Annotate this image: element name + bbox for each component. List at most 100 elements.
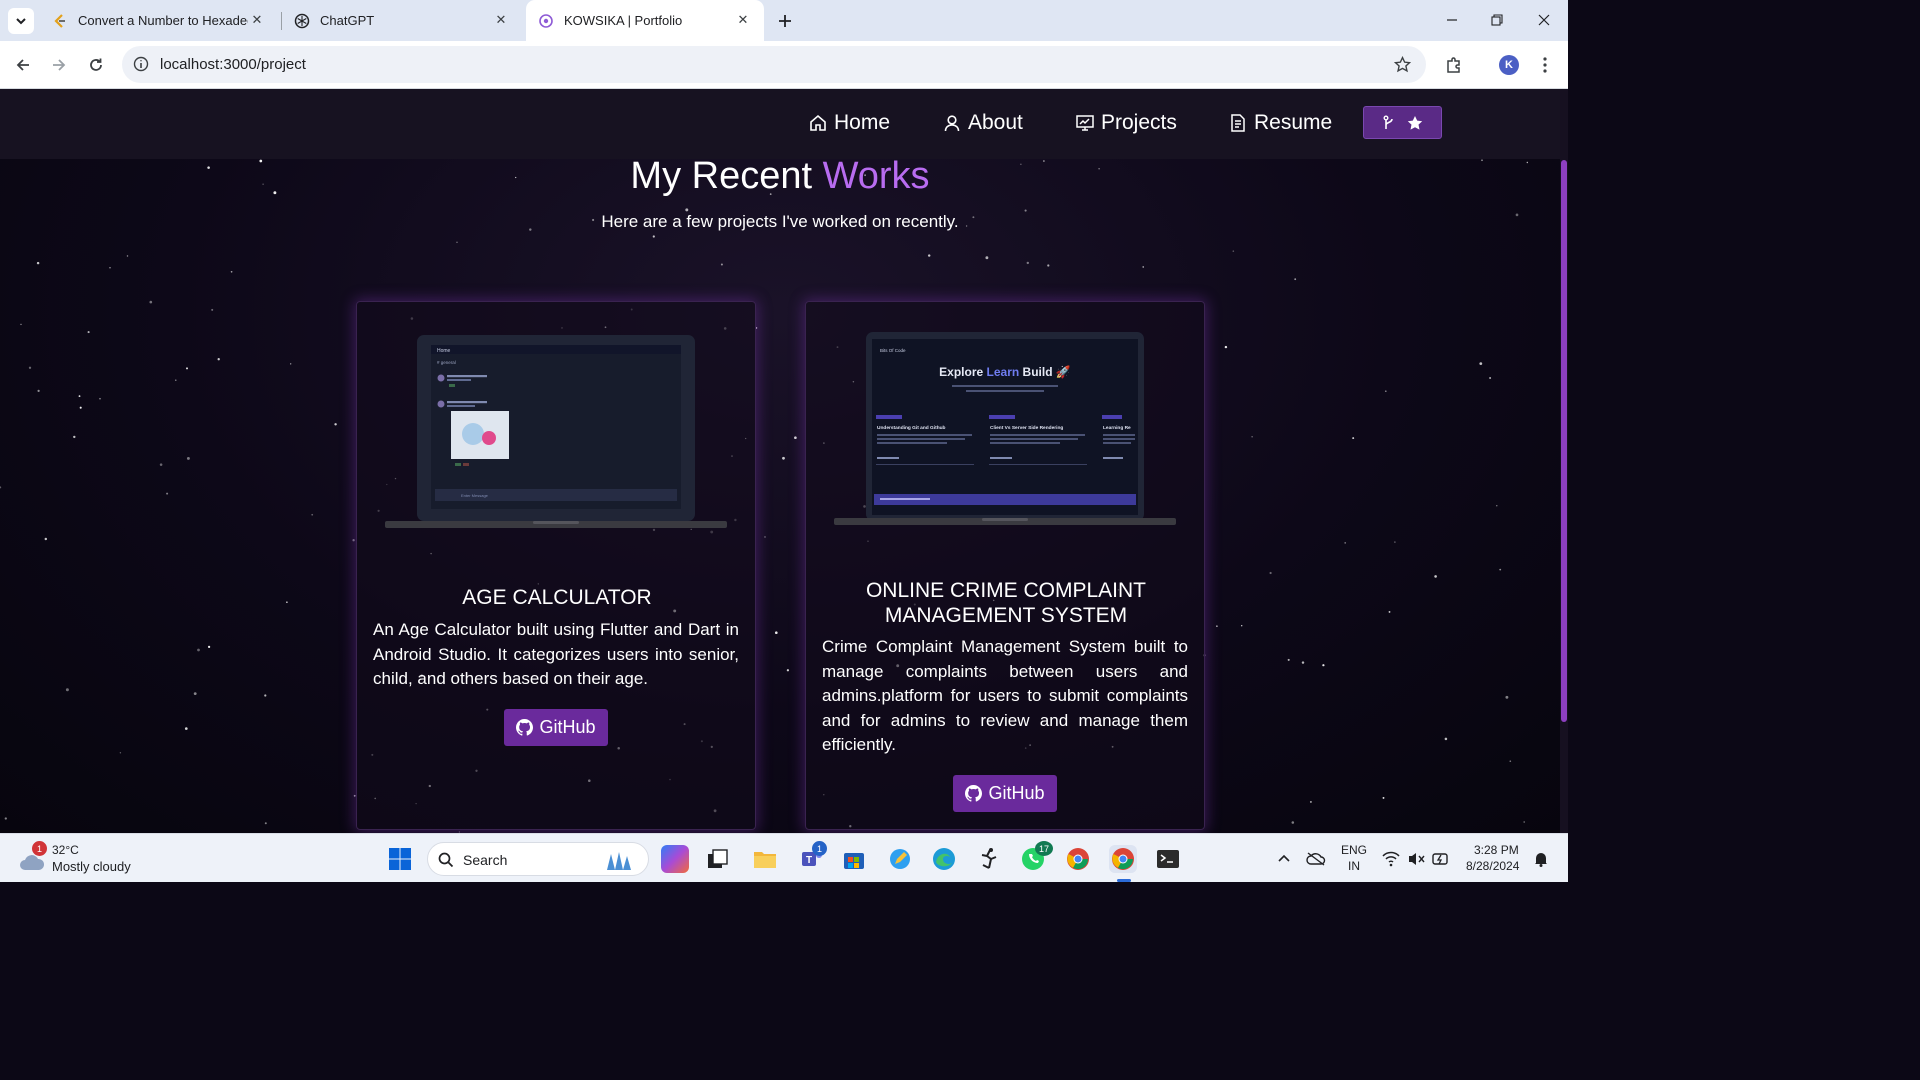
star-dot <box>334 423 337 426</box>
bell-icon <box>1535 853 1547 867</box>
minimize-button[interactable] <box>1434 6 1470 34</box>
whatsapp-app[interactable]: 17 <box>1019 841 1053 873</box>
teams-app[interactable]: T 1 <box>798 841 827 873</box>
copilot-app[interactable] <box>661 845 689 873</box>
store-icon <box>844 853 864 869</box>
microsoft-store-app[interactable] <box>840 845 868 873</box>
bookmark-star-icon[interactable] <box>1392 54 1412 74</box>
taskbar-search[interactable]: Search <box>427 842 649 876</box>
star-dot <box>79 406 82 409</box>
tab-portfolio[interactable]: KOWSIKA | Portfolio ✕ <box>526 0 764 41</box>
region-label: IN <box>1348 859 1360 873</box>
star-dot <box>774 631 778 635</box>
star-dot <box>184 727 188 730</box>
star-dot <box>1216 625 1218 627</box>
restore-button[interactable] <box>1479 6 1515 34</box>
search-highlight-icon <box>607 852 631 870</box>
star-dot <box>1232 250 1235 252</box>
arrow-left-icon <box>16 59 29 71</box>
nav-projects[interactable]: Projects <box>1075 107 1177 139</box>
project-screenshot: Home # general Enter Message <box>385 335 727 528</box>
tab-leetcode[interactable]: Convert a Number to Hexadeci ✕ <box>40 0 278 41</box>
site-info-icon[interactable] <box>132 55 150 73</box>
notifications-button[interactable] <box>1527 845 1555 873</box>
search-icon <box>438 852 454 868</box>
forward-button[interactable] <box>45 51 73 79</box>
tab-title: KOWSIKA | Portfolio <box>564 13 683 28</box>
close-icon[interactable]: ✕ <box>492 11 510 29</box>
star-dot <box>1479 362 1483 365</box>
user-icon <box>944 115 960 132</box>
star-dot <box>1505 695 1509 699</box>
profile-avatar[interactable]: K <box>1499 55 1519 75</box>
star-dot <box>1344 542 1347 544</box>
chrome-app-profile-2[interactable] <box>1109 845 1137 873</box>
whatsapp-badge: 17 <box>1035 841 1053 856</box>
star-dot <box>73 435 76 439</box>
star-dot <box>99 397 101 400</box>
star-dot <box>28 366 32 369</box>
close-icon[interactable]: ✕ <box>248 11 266 29</box>
quick-settings[interactable] <box>1382 851 1448 869</box>
chatgpt-favicon <box>294 13 310 29</box>
windows-logo-icon <box>389 848 411 870</box>
tab-search-button[interactable] <box>8 8 34 34</box>
star-dot <box>126 255 129 257</box>
github-button[interactable]: GitHub <box>504 709 608 746</box>
nav-home[interactable]: Home <box>808 107 890 139</box>
starfield-background <box>0 159 1528 833</box>
star-dot <box>175 379 177 381</box>
language-label: ENG <box>1341 843 1368 857</box>
star-dot <box>1434 575 1437 578</box>
onedrive-tray-icon[interactable] <box>1302 845 1330 873</box>
post-title: Learning Re <box>1103 425 1131 431</box>
star-dot <box>119 752 122 754</box>
new-tab-button[interactable] <box>772 8 798 34</box>
screenshot-header: Home <box>437 348 451 354</box>
nav-projects-label: Projects <box>1101 111 1177 134</box>
star-dot <box>166 492 169 495</box>
address-bar[interactable]: localhost:3000/project <box>122 46 1426 83</box>
edge-app[interactable] <box>930 845 958 873</box>
star-dot <box>44 537 48 541</box>
system-clock[interactable]: 3:28 PM 8/28/2024 <box>1462 842 1526 876</box>
star-dot <box>1142 266 1144 268</box>
sticky-app[interactable] <box>886 845 914 873</box>
github-icon <box>965 785 983 802</box>
star-dot <box>1322 664 1325 667</box>
url-text[interactable]: localhost:3000/project <box>160 56 306 73</box>
menu-button[interactable] <box>1531 51 1559 79</box>
github-button[interactable]: GitHub <box>953 775 1057 812</box>
github-fork-star-button[interactable] <box>1363 106 1442 139</box>
extensions-button[interactable] <box>1440 51 1468 79</box>
browser-toolbar: localhost:3000/project K <box>0 41 1568 89</box>
start-button[interactable] <box>386 845 414 873</box>
reload-button[interactable] <box>82 51 110 79</box>
page-scrollbar-thumb[interactable] <box>1561 160 1567 722</box>
minimize-icon <box>1447 19 1457 21</box>
weather-widget[interactable]: 1 32°C Mostly cloudy <box>14 841 144 878</box>
chrome-app-profile-1[interactable] <box>1064 845 1092 873</box>
star-dot <box>1384 390 1387 393</box>
screenshot-input-placeholder: Enter Message <box>461 493 489 498</box>
close-icon[interactable]: ✕ <box>734 11 752 29</box>
show-hidden-icons-button[interactable] <box>1270 845 1298 873</box>
active-app-indicator <box>1117 879 1131 882</box>
task-view-app[interactable] <box>704 845 732 873</box>
file-explorer-app[interactable] <box>751 845 779 873</box>
back-button[interactable] <box>9 51 37 79</box>
nav-about[interactable]: About <box>942 107 1023 139</box>
star-dot <box>87 331 90 334</box>
wifi-icon <box>1382 851 1400 867</box>
inkscape-app[interactable] <box>975 845 1003 873</box>
star-dot <box>159 463 163 466</box>
star-dot <box>794 436 797 440</box>
chrome-icon <box>1112 848 1134 870</box>
star-dot <box>186 367 188 370</box>
terminal-app[interactable] <box>1154 845 1182 873</box>
svg-text:T: T <box>806 855 812 866</box>
tab-chatgpt[interactable]: ChatGPT ✕ <box>282 0 522 41</box>
input-language[interactable]: ENG IN <box>1340 842 1370 876</box>
close-window-button[interactable] <box>1526 6 1562 34</box>
nav-resume[interactable]: Resume <box>1228 107 1332 139</box>
